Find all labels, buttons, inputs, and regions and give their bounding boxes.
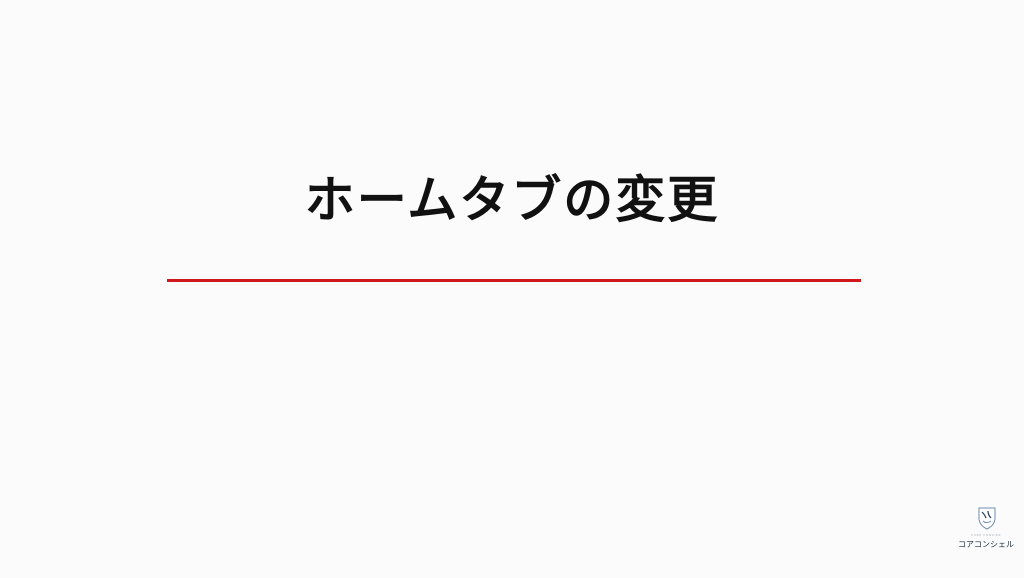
brand-logo: CORE CONCIER コアコンシェル	[956, 506, 1016, 562]
slide-title: ホームタブの変更	[304, 171, 720, 229]
logo-name: コアコンシェル	[958, 540, 1014, 549]
shield-icon	[978, 507, 996, 530]
presentation-slide: ホームタブの変更 CORE CONCIER コアコンシェル	[0, 0, 1024, 578]
logo-tagline: CORE CONCIER	[970, 533, 1002, 537]
title-underline-divider	[167, 279, 861, 282]
